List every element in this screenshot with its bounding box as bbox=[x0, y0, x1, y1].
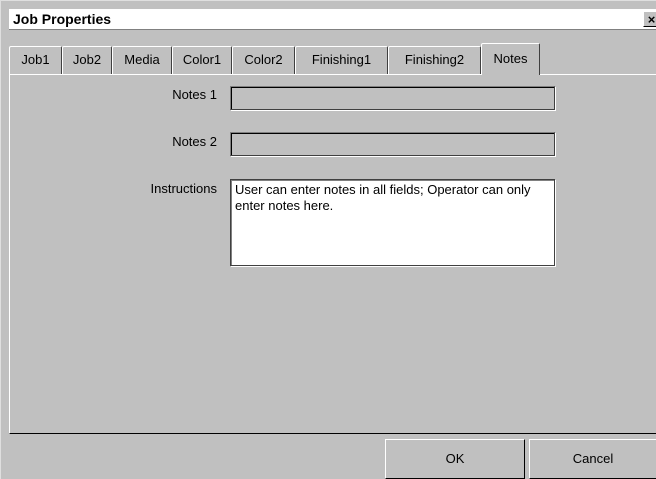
tab-job1[interactable]: Job1 bbox=[9, 46, 62, 74]
cancel-button[interactable]: Cancel bbox=[529, 439, 656, 479]
tab-color1[interactable]: Color1 bbox=[172, 46, 232, 74]
notes-panel bbox=[9, 74, 656, 434]
tab-label: Color2 bbox=[244, 52, 283, 67]
ok-button[interactable]: OK bbox=[385, 439, 525, 479]
title-bar: Job Properties × bbox=[9, 9, 656, 30]
dialog-title: Job Properties bbox=[13, 11, 112, 27]
tab-label: Finishing1 bbox=[311, 52, 372, 67]
tab-label: Finishing2 bbox=[404, 52, 465, 67]
tab-label: Job1 bbox=[21, 52, 50, 67]
tab-label: Notes bbox=[493, 51, 528, 66]
close-button[interactable]: × bbox=[643, 11, 656, 27]
tab-label: Job2 bbox=[72, 52, 102, 67]
tab-finishing2[interactable]: Finishing2 bbox=[388, 46, 481, 74]
tab-color2[interactable]: Color2 bbox=[232, 46, 295, 74]
tab-finishing1[interactable]: Finishing1 bbox=[295, 46, 388, 74]
job-properties-dialog: Job Properties × Job1 Job2 Media Color1 … bbox=[0, 0, 656, 479]
tab-label: Media bbox=[124, 52, 160, 67]
tab-notes[interactable]: Notes bbox=[481, 43, 540, 75]
close-icon: × bbox=[647, 12, 656, 27]
tab-label: Color1 bbox=[182, 52, 222, 67]
tab-job2[interactable]: Job2 bbox=[62, 46, 112, 74]
tab-media[interactable]: Media bbox=[112, 46, 172, 74]
